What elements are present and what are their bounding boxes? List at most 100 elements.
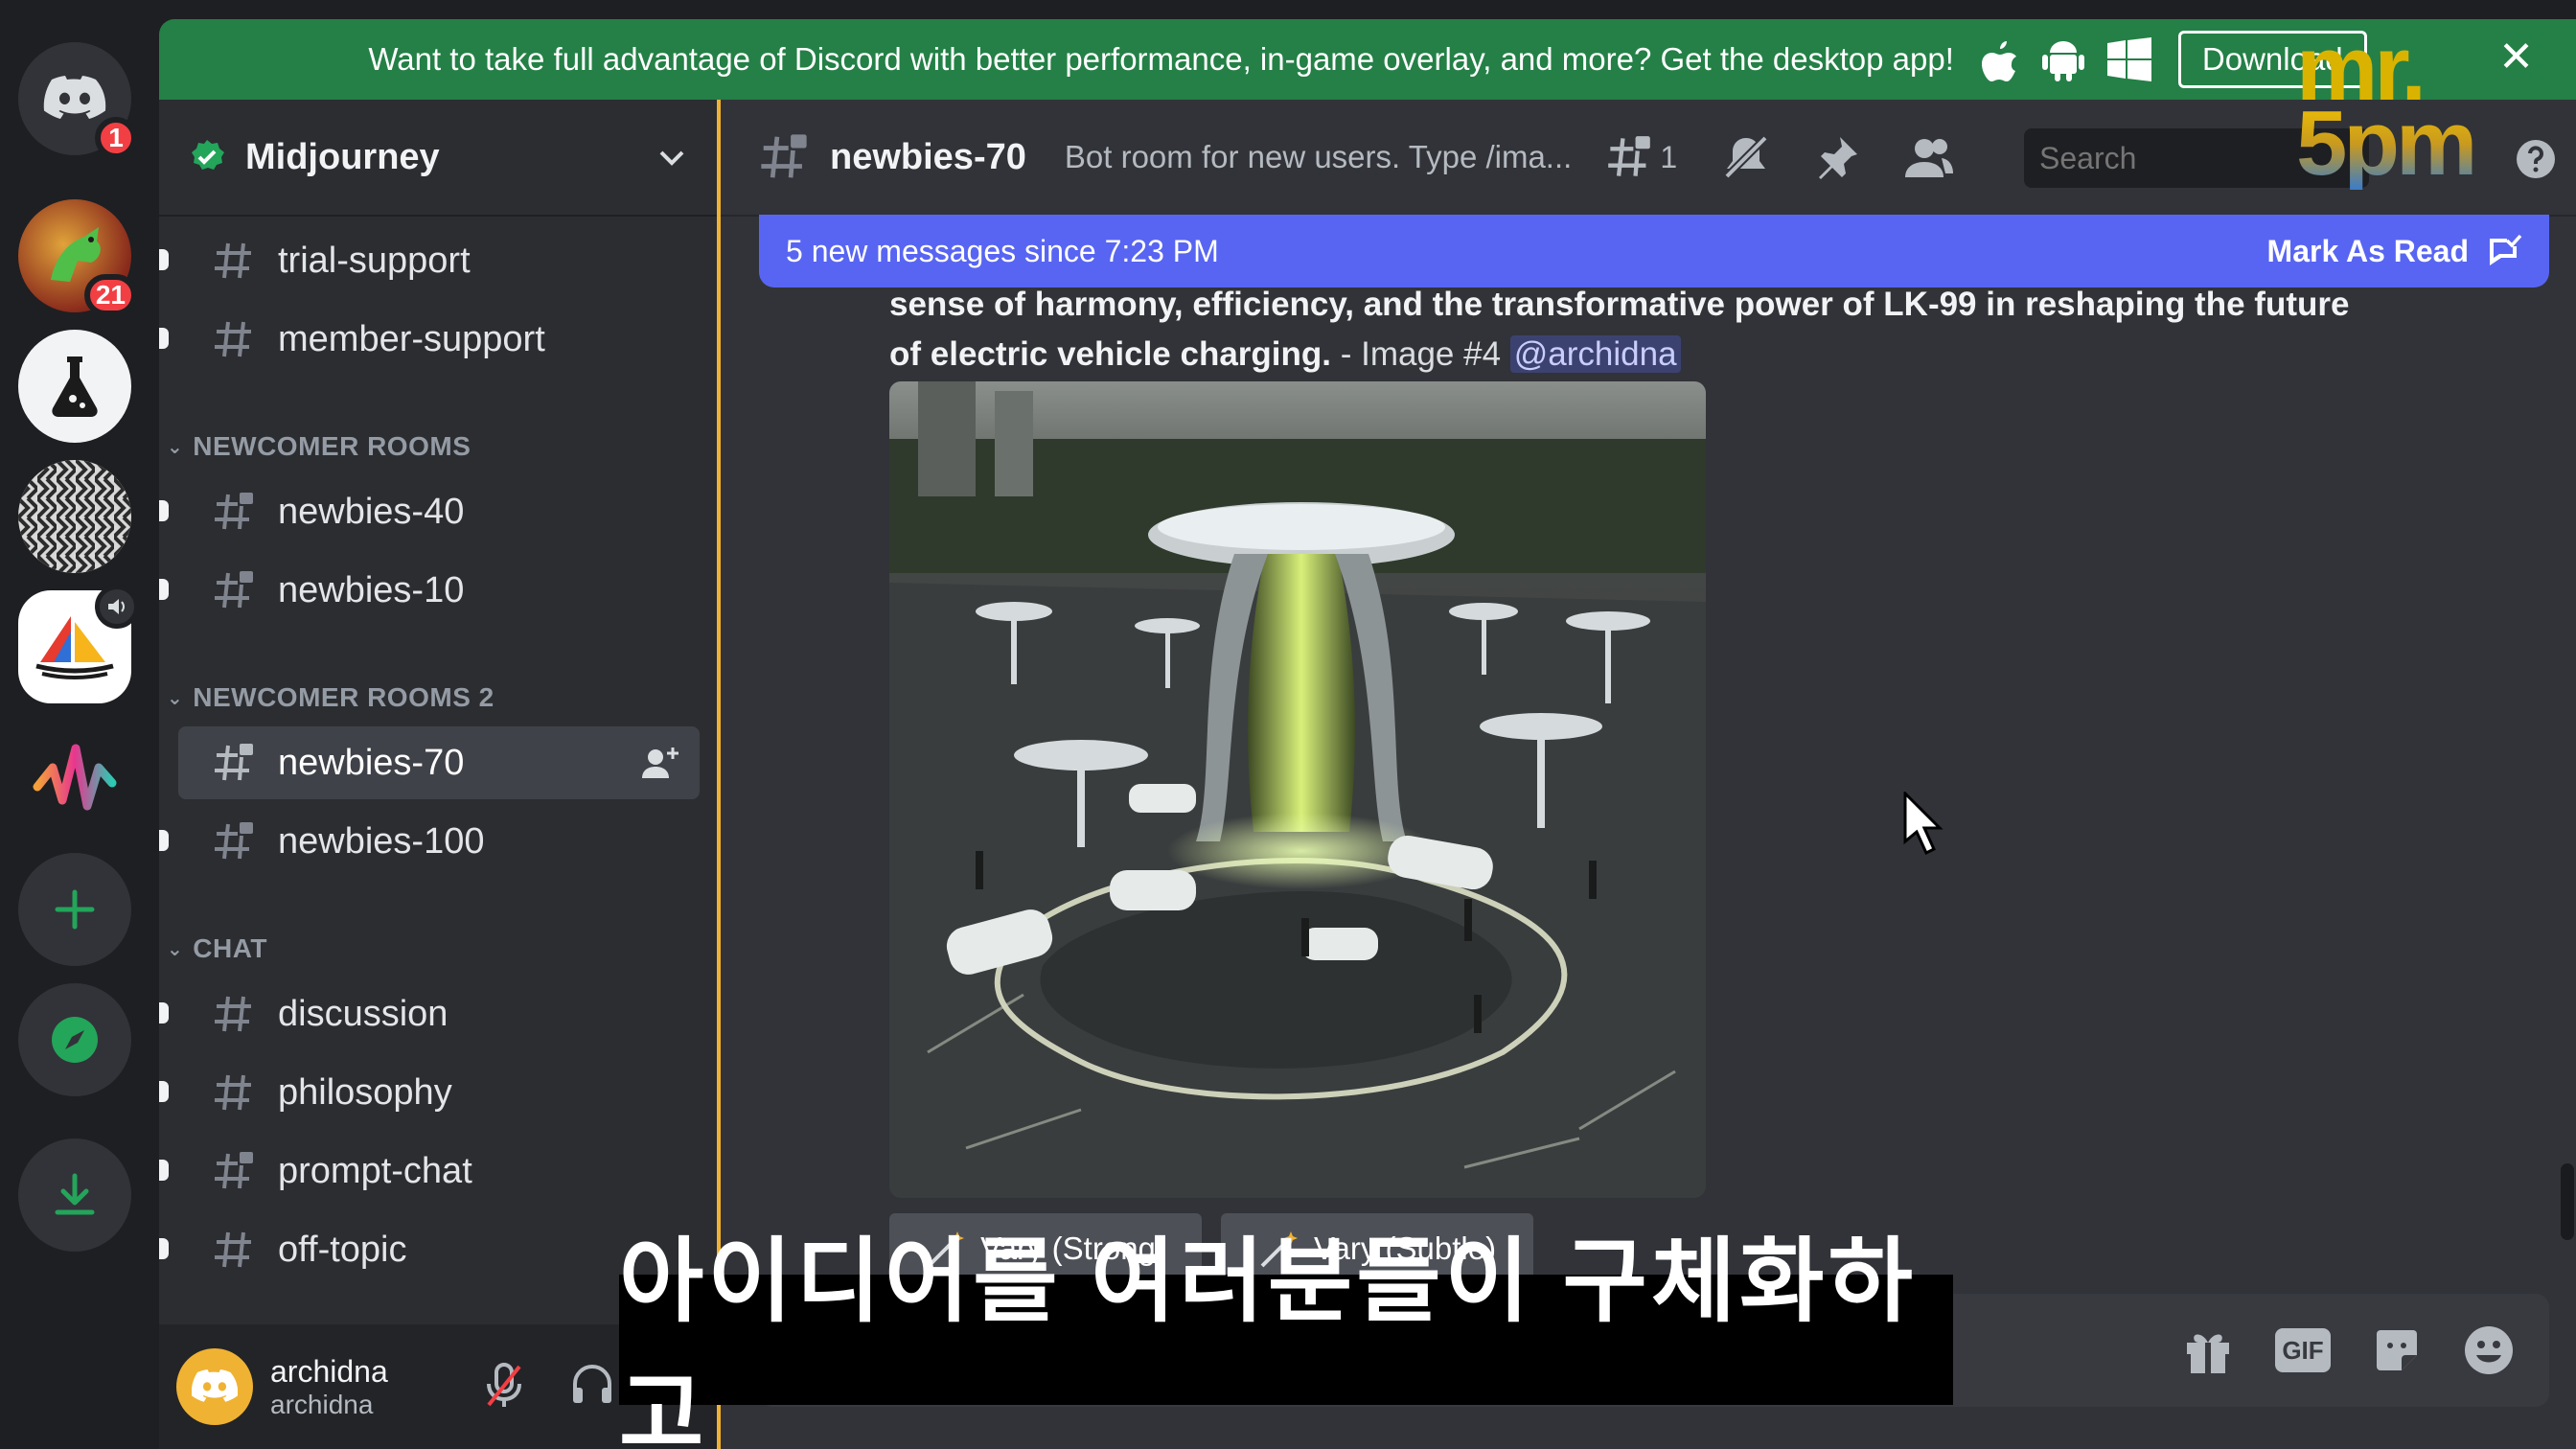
hash-icon (215, 1074, 251, 1111)
hash-icon (215, 242, 251, 279)
channel-label: off-topic (278, 1229, 407, 1270)
mouse-cursor-icon (1901, 790, 1947, 862)
prompt-text-line-1: sense of harmony, efficiency, and the tr… (889, 286, 2350, 323)
mark-read-icon (2490, 234, 2522, 265)
new-messages-text: 5 new messages since 7:23 PM (786, 233, 1219, 268)
explore-servers-button[interactable] (18, 983, 131, 1096)
gif-button[interactable]: GIF (2275, 1328, 2331, 1372)
add-server-button[interactable] (18, 853, 131, 966)
channel-trial-support[interactable]: trial-support (159, 224, 700, 297)
pattern-icon (18, 460, 131, 573)
channel-topic[interactable]: Bot room for new users. Type /ima... (1065, 139, 1572, 175)
thread-hash-icon (215, 1152, 253, 1189)
notification-badge: 1 (95, 117, 137, 159)
notifications-muted-icon[interactable] (1723, 134, 1769, 180)
discord-window: 1 21 Want to take full advantage of Disc… (0, 0, 2576, 1449)
mic-muted-icon[interactable] (485, 1363, 523, 1409)
scrollbar[interactable] (2561, 1163, 2574, 1240)
thread-hash-icon (215, 571, 253, 609)
channel-label: trial-support (278, 240, 471, 281)
ev-charging-station-image (889, 381, 1706, 1198)
user-controls (485, 1363, 613, 1409)
discord-logo-icon (43, 76, 106, 119)
thread-hash-icon (215, 822, 253, 860)
hash-icon (215, 996, 251, 1032)
channel-prompt-chat[interactable]: prompt-chat (159, 1135, 700, 1208)
channel-label: prompt-chat (278, 1150, 472, 1191)
channel-philosophy[interactable]: philosophy (159, 1056, 700, 1129)
category-chat[interactable]: ⌄ CHAT (167, 933, 267, 964)
discord-home-button[interactable]: 1 (18, 42, 137, 159)
chevron-down-icon[interactable] (656, 141, 688, 173)
user-tag: archidna (270, 1389, 374, 1419)
category-newcomer-rooms-2[interactable]: ⌄ NEWCOMER ROOMS 2 (167, 682, 494, 713)
sticker-icon[interactable] (2373, 1326, 2421, 1374)
mark-as-read-button[interactable]: Mark As Read (2267, 233, 2522, 269)
channel-label: newbies-100 (278, 820, 485, 862)
android-icon (2041, 41, 2084, 81)
chevron-down-icon: ⌄ (167, 436, 184, 458)
server-horse[interactable]: 21 (18, 199, 137, 316)
channel-member-support[interactable]: member-support (159, 303, 700, 376)
watermark-logo: mr. 5pm (2296, 23, 2526, 205)
unread-indicator (159, 500, 169, 521)
threads-button[interactable]: 1 (1606, 134, 1677, 180)
channel-label: member-support (278, 318, 545, 359)
download-icon (55, 1173, 95, 1215)
notification-badge: 21 (83, 274, 137, 316)
chevron-down-icon: ⌄ (167, 938, 184, 960)
threads-icon (1608, 136, 1651, 176)
channel-label: newbies-10 (278, 569, 465, 610)
category-newcomer-rooms[interactable]: ⌄ NEWCOMER ROOMS (167, 431, 471, 462)
new-messages-bar[interactable]: 5 new messages since 7:23 PM Mark As Rea… (759, 215, 2549, 288)
header-toolbar: 1 (1606, 134, 1954, 180)
unread-indicator (159, 1238, 169, 1259)
channel-newbies-100[interactable]: newbies-100 (159, 805, 700, 878)
unread-indicator (159, 1002, 169, 1024)
unread-indicator (159, 830, 169, 851)
server-wave[interactable] (18, 721, 131, 834)
channel-newbies-70[interactable]: newbies-70 (178, 726, 700, 799)
banner-text: Want to take full advantage of Discord w… (368, 41, 1954, 77)
unread-indicator (159, 1081, 169, 1102)
message-text: sense of harmony, efficiency, and the tr… (889, 280, 2461, 380)
add-member-icon[interactable] (642, 746, 680, 780)
server-header[interactable]: Midjourney (159, 100, 717, 217)
server-midjourney[interactable] (18, 585, 139, 703)
category-label: NEWCOMER ROOMS (193, 431, 472, 461)
mark-as-read-label: Mark As Read (2266, 233, 2469, 268)
message-content: sense of harmony, efficiency, and the tr… (889, 280, 2461, 380)
channel-newbies-10[interactable]: newbies-10 (159, 554, 700, 627)
category-label: CHAT (193, 933, 267, 963)
hash-icon (215, 321, 251, 357)
user-mention[interactable]: @archidna (1509, 335, 1681, 373)
generated-image[interactable] (889, 381, 1706, 1198)
compass-icon (52, 1017, 98, 1063)
unread-indicator (159, 328, 169, 349)
channel-newbies-40[interactable]: newbies-40 (159, 475, 700, 548)
download-apps-button[interactable] (18, 1138, 131, 1252)
thread-count: 1 (1660, 139, 1678, 174)
server-name: Midjourney (245, 136, 440, 177)
server-pattern[interactable] (18, 460, 131, 573)
pin-icon[interactable] (1815, 135, 1859, 179)
os-icons (1981, 37, 2151, 81)
channel-discussion[interactable]: discussion (159, 978, 700, 1050)
headphones-icon[interactable] (571, 1363, 613, 1405)
speaker-icon (95, 585, 139, 629)
server-rail: 1 21 (0, 0, 159, 1449)
members-icon[interactable] (1905, 135, 1954, 179)
prompt-text-line-2: of electric vehicle charging. (889, 335, 1331, 373)
channel-label: newbies-70 (278, 742, 465, 783)
thread-hash-icon (215, 493, 253, 530)
thread-hash-icon (761, 134, 807, 178)
video-subtitle: 아이디어를 여러분들이 구체화하고 (619, 1230, 1953, 1449)
gift-icon[interactable] (2183, 1325, 2233, 1375)
windows-icon (2106, 37, 2151, 81)
watermark-line-2: 5pm (2296, 98, 2526, 190)
chevron-down-icon: ⌄ (167, 687, 184, 709)
server-flask[interactable] (18, 330, 131, 443)
avatar[interactable] (176, 1348, 253, 1425)
channel-label: philosophy (278, 1071, 452, 1113)
emoji-icon[interactable] (2463, 1324, 2515, 1376)
